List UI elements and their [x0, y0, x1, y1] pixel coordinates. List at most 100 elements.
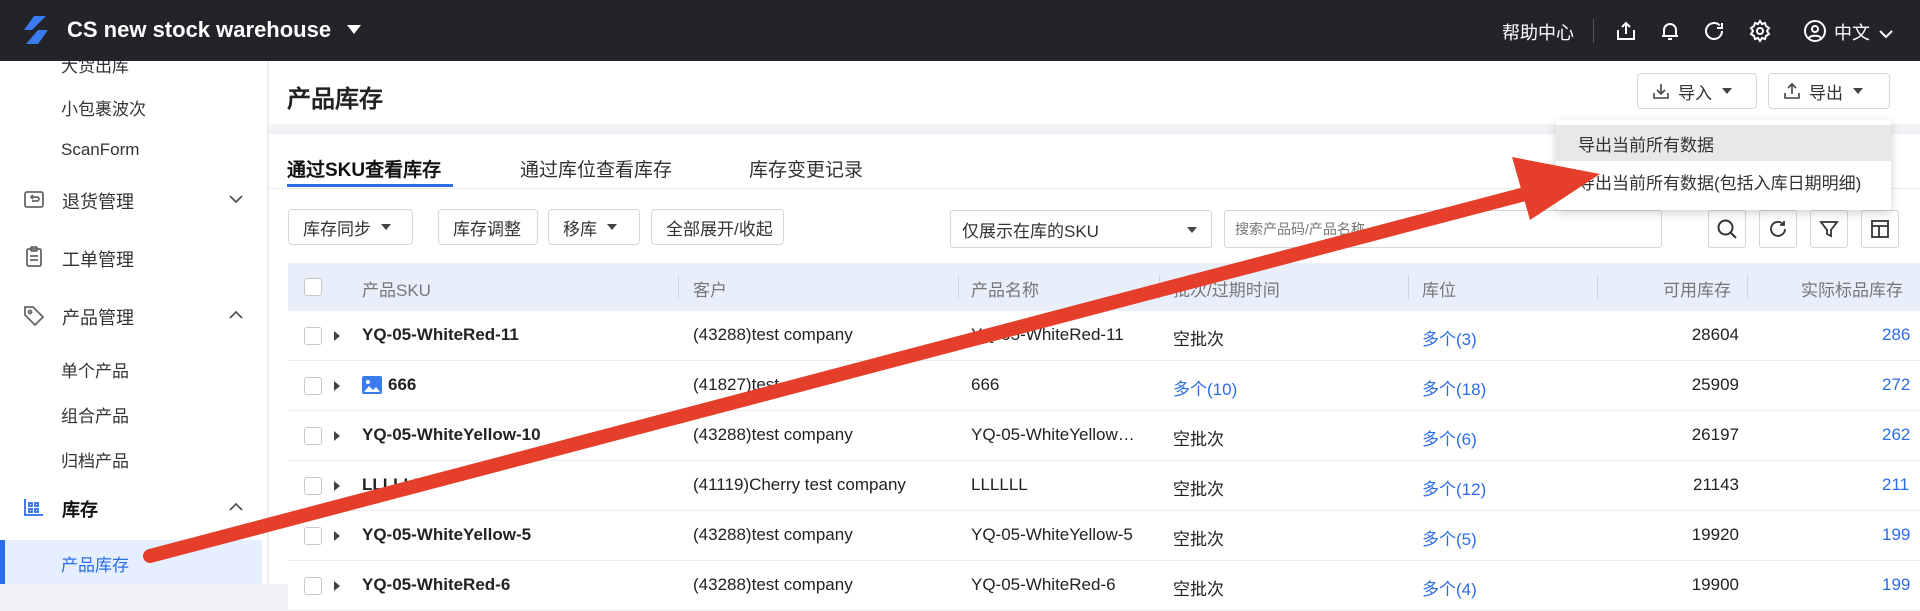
sidebar-item-scanform[interactable]: ScanForm	[61, 140, 139, 160]
return-icon	[24, 191, 44, 208]
export-all-data-with-inbound-dates-option[interactable]: 导出当前所有数据(包括入库日期明细)	[1556, 163, 1891, 199]
table-row[interactable]: YQ-05-WhiteYellow-5 (43288)test company …	[288, 511, 1920, 561]
search-icon	[1717, 219, 1737, 239]
caret-down-icon	[381, 224, 391, 230]
inventory-icon	[24, 499, 43, 516]
column-header-location[interactable]: 库位	[1422, 276, 1456, 301]
cell-location-link[interactable]: 多个(6)	[1422, 425, 1477, 450]
refresh-button[interactable]	[1759, 210, 1797, 248]
app-logo-icon[interactable]	[20, 14, 52, 46]
sidebar-group-inventory[interactable]: 库存	[0, 487, 267, 527]
row-checkbox[interactable]	[304, 577, 322, 595]
search-input[interactable]	[1224, 210, 1662, 248]
column-header-customer[interactable]: 客户	[693, 276, 727, 301]
select-all-checkbox[interactable]	[304, 278, 322, 296]
tab-by-location[interactable]: 通过库位查看库存	[520, 155, 672, 182]
language-switcher[interactable]: 中文	[1834, 19, 1893, 45]
stock-filter-select[interactable]: 仅展示在库的SKU	[950, 210, 1212, 248]
row-checkbox[interactable]	[304, 327, 322, 345]
cell-sku: LLLLLL	[362, 475, 425, 494]
filter-icon	[1819, 221, 1839, 238]
row-checkbox[interactable]	[304, 527, 322, 545]
cell-location-link[interactable]: 多个(3)	[1422, 325, 1477, 350]
cell-batch-link[interactable]: 多个(10)	[1173, 375, 1237, 400]
help-center-link[interactable]: 帮助中心	[1502, 19, 1574, 45]
share-icon[interactable]	[1614, 19, 1638, 43]
tab-by-sku[interactable]: 通过SKU查看库存	[287, 155, 441, 182]
row-expand-icon[interactable]	[334, 431, 340, 441]
table-row[interactable]: 666 (41827)test 666 多个(10) 多个(18) 25909 …	[288, 361, 1920, 411]
sidebar-group-work-orders[interactable]: 工单管理	[0, 237, 267, 277]
row-expand-icon[interactable]	[334, 581, 340, 591]
row-checkbox[interactable]	[304, 377, 322, 395]
column-header-sku[interactable]: 产品SKU	[362, 276, 431, 301]
sidebar-group-products[interactable]: 产品管理	[0, 295, 267, 335]
cell-available: 19900	[1691, 575, 1739, 594]
export-button[interactable]: 导出	[1768, 73, 1890, 109]
cell-actual-link[interactable]: 211	[1882, 475, 1909, 495]
download-icon	[1653, 84, 1669, 99]
cell-actual-link[interactable]: 286	[1882, 325, 1910, 345]
cell-actual-link[interactable]: 199	[1882, 575, 1910, 595]
column-settings-button[interactable]	[1861, 210, 1899, 248]
row-expand-icon[interactable]	[334, 331, 340, 341]
cell-location-link[interactable]: 多个(12)	[1422, 475, 1486, 500]
cell-actual-link[interactable]: 199	[1882, 525, 1910, 545]
row-checkbox[interactable]	[304, 477, 322, 495]
cell-location-link[interactable]: 多个(18)	[1422, 375, 1486, 400]
product-image-icon[interactable]	[362, 376, 382, 394]
inventory-adjust-button[interactable]: 库存调整	[438, 209, 538, 245]
user-avatar-icon[interactable]	[1803, 19, 1827, 43]
sidebar-item-archived-product[interactable]: 归档产品	[61, 447, 129, 472]
row-expand-icon[interactable]	[334, 481, 340, 491]
sidebar-group-returns[interactable]: 退货管理	[0, 179, 267, 219]
cell-actual-link[interactable]: 272	[1882, 375, 1910, 395]
column-header-actual[interactable]: 实际标品库存	[1801, 276, 1903, 301]
sidebar-item-bundle-product[interactable]: 组合产品	[61, 402, 129, 427]
sidebar-item-single-product[interactable]: 单个产品	[61, 357, 129, 382]
cell-actual-link[interactable]: 262	[1882, 425, 1910, 445]
cell-available: 19920	[1691, 525, 1739, 544]
table-row[interactable]: YQ-05-WhiteRed-6 (43288)test company YQ-…	[288, 561, 1920, 611]
inventory-sync-label: 库存同步	[303, 219, 371, 239]
sidebar-item-bulk-outbound[interactable]: 大货出库	[61, 61, 129, 77]
chevron-up-icon	[229, 310, 243, 319]
sidebar-group-label: 工单管理	[62, 250, 134, 270]
import-button[interactable]: 导入	[1637, 73, 1757, 109]
sidebar-item-product-inventory[interactable]: 产品库存	[61, 551, 129, 576]
sidebar-active-highlight	[0, 540, 262, 584]
inventory-sync-button[interactable]: 库存同步	[288, 209, 413, 245]
table-header: 产品SKU 客户 产品名称 批次/过期时间 库位 可用库存 实际标品库存	[288, 263, 1920, 311]
expand-collapse-all-button[interactable]: 全部展开/收起	[651, 209, 784, 245]
tab-change-log[interactable]: 库存变更记录	[749, 155, 863, 182]
chevron-down-icon	[1879, 30, 1893, 39]
cell-sku: 666	[388, 375, 417, 394]
upload-icon	[1784, 82, 1800, 99]
move-stock-button[interactable]: 移库	[548, 209, 640, 245]
row-expand-icon[interactable]	[334, 531, 340, 541]
filter-button[interactable]	[1810, 210, 1848, 248]
column-header-product-name[interactable]: 产品名称	[971, 276, 1039, 301]
table-row[interactable]: YQ-05-WhiteRed-11 (43288)test company YQ…	[288, 311, 1920, 361]
cell-location-link[interactable]: 多个(4)	[1422, 575, 1477, 600]
warehouse-switch-chevron-icon[interactable]	[347, 25, 361, 34]
export-all-data-option[interactable]: 导出当前所有数据	[1556, 125, 1891, 161]
export-dropdown-menu: 导出当前所有数据 导出当前所有数据(包括入库日期明细)	[1556, 120, 1891, 210]
refresh-icon[interactable]	[1702, 19, 1726, 43]
column-header-available[interactable]: 可用库存	[1663, 276, 1731, 301]
active-tab-indicator	[287, 184, 453, 187]
sidebar-item-parcel-wave[interactable]: 小包裹波次	[61, 95, 146, 120]
row-checkbox[interactable]	[304, 427, 322, 445]
row-expand-icon[interactable]	[334, 381, 340, 391]
table-row[interactable]: LLLLLL (41119)Cherry test company LLLLLL…	[288, 461, 1920, 511]
search-button[interactable]	[1708, 210, 1746, 248]
table-row[interactable]: YQ-05-WhiteYellow-10 (43288)test company…	[288, 411, 1920, 461]
notification-bell-icon[interactable]	[1658, 19, 1682, 43]
warehouse-name[interactable]: CS new stock warehouse	[67, 17, 331, 43]
cell-customer: (43288)test company	[693, 425, 853, 444]
cell-batch: 空批次	[1173, 330, 1224, 349]
stock-filter-value: 仅展示在库的SKU	[962, 221, 1099, 241]
settings-gear-icon[interactable]	[1748, 19, 1772, 43]
cell-location-link[interactable]: 多个(5)	[1422, 525, 1477, 550]
column-header-batch[interactable]: 批次/过期时间	[1173, 276, 1280, 301]
